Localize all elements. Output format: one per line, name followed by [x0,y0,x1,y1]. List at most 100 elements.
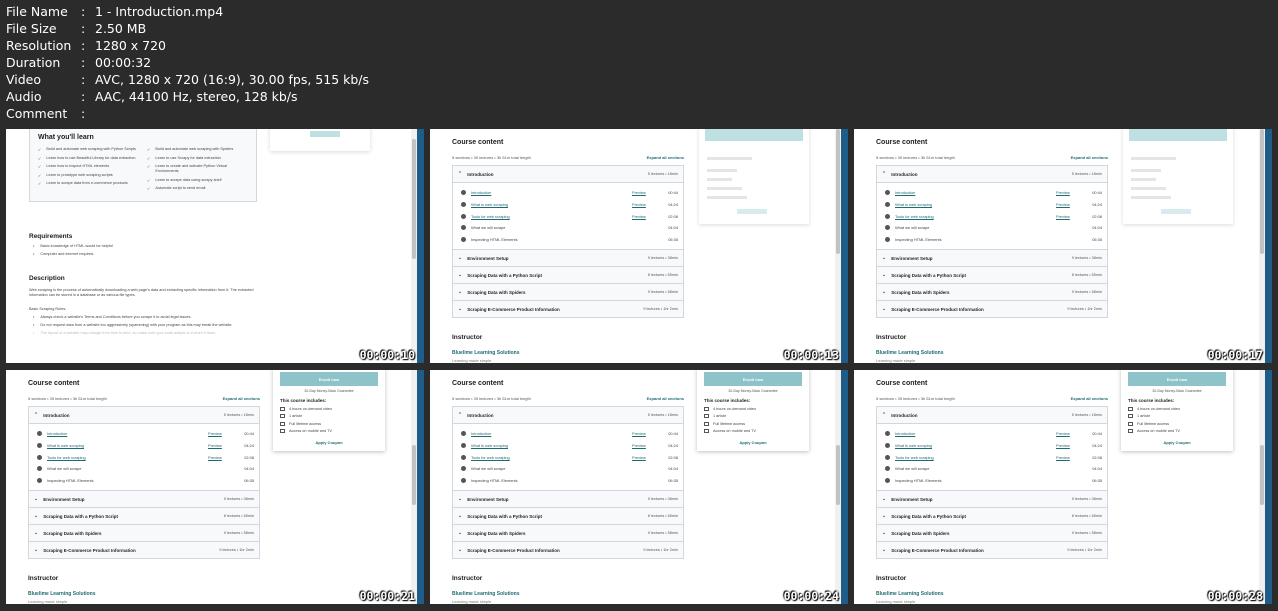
thumbnail-frame[interactable]: Course content 5 sections • 39 lectures … [854,129,1272,363]
section-header[interactable]: ⌄ Environment Setup 9 lectures • 38min [877,491,1107,509]
section-header-introduction[interactable]: ⌃ Introduction 5 lectures • 18min [29,407,259,424]
lecture-item[interactable]: What is web scraping Preview 04:24 [37,440,254,452]
lecture-list: Introduction Preview 00:44 What is web scr… [877,183,1107,251]
requirement-item: • Basic knowledge of HTML would be helpfu… [33,244,113,248]
sections-box: ⌃ Introduction 5 lectures • 18min Introdu… [28,406,260,560]
includes-title: This course includes: [1128,398,1175,403]
section-header-introduction[interactable]: ⌃ Introduction 5 lectures • 18min [453,407,683,424]
enroll-button[interactable]: Enroll now [1128,372,1226,386]
lecture-item[interactable]: Tools for web scraping Preview 02:08 [885,210,1102,222]
thumbnail-frame[interactable]: Course content 5 sections • 39 lectures … [6,370,424,604]
play-icon [461,213,466,219]
section-header[interactable]: ⌄ Scraping Data with Spiders 9 lectures • … [453,525,683,543]
lecture-item[interactable]: Introduction Preview 00:44 [885,187,1102,199]
sections-box: ⌃ Introduction 5 lectures • 18min Introdu… [876,165,1108,319]
apply-coupon-link[interactable]: Apply Coupon [1128,440,1226,445]
thumbnail-frame[interactable]: Course content 5 sections • 39 lectures … [854,370,1272,604]
instructor-name[interactable]: Bluelime Learning Solutions [876,350,944,356]
section-header[interactable]: ⌄ Environment Setup 9 lectures • 38min [877,250,1107,268]
scrollbar[interactable] [411,370,417,604]
thumbnail-frame[interactable]: What you'll learn ✓ Build and automate we… [6,129,424,363]
section-header[interactable]: ⌄ Scraping Data with a Python Script 8 lec… [29,508,259,526]
section-header[interactable]: ⌄ Scraping E-Commerce Product Information… [29,542,259,559]
section-header[interactable]: ⌄ Environment Setup 9 lectures • 38min [453,250,683,268]
lecture-item[interactable]: Introduction Preview 00:44 [885,428,1102,440]
thumbnail-frame[interactable]: Course content 5 sections • 39 lectures … [430,370,848,604]
section-header[interactable]: ⌄ Scraping E-Commerce Product Information… [453,301,683,318]
play-icon [461,466,466,472]
course-content-title: Course content [876,380,928,387]
expand-all-link[interactable]: Expand all sections [1071,396,1108,401]
lecture-list: Introduction Preview 00:44 What is web scr… [29,424,259,492]
apply-coupon-link[interactable]: Apply Coupon [280,440,378,445]
lecture-item[interactable]: What is web scraping Preview 04:24 [461,199,678,211]
lecture-item[interactable]: Introduction Preview 00:44 [461,187,678,199]
scrollbar[interactable] [1259,370,1265,604]
chevron-down-icon: ⌄ [882,306,887,313]
apply-coupon-link[interactable]: Apply Coupon [704,440,802,445]
section-header[interactable]: ⌄ Scraping Data with a Python Script 8 lec… [453,508,683,526]
lecture-item[interactable]: Introduction Preview 00:44 [37,428,254,440]
scrollbar[interactable] [835,129,841,363]
section-header[interactable]: ⌄ Scraping Data with a Python Script 8 lec… [453,267,683,285]
timestamp: 00:00:24 [783,589,839,603]
chevron-down-icon: ⌄ [882,530,887,537]
section-header[interactable]: ⌄ Scraping Data with a Python Script 8 lec… [877,267,1107,285]
expand-all-link[interactable]: Expand all sections [1071,155,1108,160]
file-info-row: File Size:2.50 MB [6,21,147,36]
lecture-item[interactable]: What is web scraping Preview 04:24 [885,440,1102,452]
section-header-introduction[interactable]: ⌃ Introduction 5 lectures • 18min [453,166,683,183]
section-header-introduction[interactable]: ⌃ Introduction 5 lectures • 18min [877,407,1107,424]
section-header[interactable]: ⌄ Scraping Data with Spiders 9 lectures • … [877,284,1107,302]
enroll-button[interactable]: Enroll now [280,372,378,386]
section-header[interactable]: ⌄ Scraping E-Commerce Product Information… [877,301,1107,318]
expand-all-link[interactable]: Expand all sections [223,396,260,401]
instructor-name[interactable]: Bluelime Learning Solutions [28,591,96,597]
instructor-name[interactable]: Bluelime Learning Solutions [452,591,520,597]
enroll-button-faded [1129,129,1227,141]
section-header[interactable]: ⌄ Environment Setup 9 lectures • 38min [29,491,259,509]
file-info-row: File Name:1 - Introduction.mp4 [6,4,224,19]
section-header[interactable]: ⌄ Scraping Data with Spiders 9 lectures • … [877,525,1107,543]
scrollbar[interactable] [835,370,841,604]
instructor-name[interactable]: Bluelime Learning Solutions [876,591,944,597]
includes-title: This course includes: [704,398,751,403]
lecture-list: Introduction Preview 00:44 What is web scr… [453,183,683,251]
lecture-item[interactable]: What is web scraping Preview 04:24 [885,199,1102,211]
expand-all-link[interactable]: Expand all sections [647,396,684,401]
instructor-title: Instructor [876,334,907,341]
lecture-item[interactable]: What is web scraping Preview 04:24 [461,440,678,452]
lecture-item[interactable]: Introduction Preview 00:44 [461,428,678,440]
lecture-item[interactable]: Tools for web scraping Preview 02:08 [461,210,678,222]
scrollbar[interactable] [411,129,417,363]
play-icon [885,225,890,231]
section-header[interactable]: ⌄ Scraping Data with a Python Script 8 lec… [877,508,1107,526]
section-header[interactable]: ⌄ Scraping Data with Spiders 9 lectures • … [29,525,259,543]
section-header[interactable]: ⌄ Scraping E-Commerce Product Information… [877,542,1107,559]
learn-item: ✓ Automate script to send email [147,186,206,191]
instructor-name[interactable]: Bluelime Learning Solutions [452,350,520,356]
course-content-title: Course content [452,139,504,146]
requirements-title: Requirements [29,233,73,240]
scrollbar[interactable] [1259,129,1265,363]
timestamp: 00:00:21 [359,589,415,603]
file-info-row: Video: AVC, 1280 x 720 (16:9), 30.00 fps,… [6,72,370,87]
expand-all-link[interactable]: Expand all sections [647,155,684,160]
chevron-up-icon: ⌃ [458,412,463,418]
thumbnail-frame[interactable]: Course content 5 sections • 39 lectures … [430,129,848,363]
requirement-item: • Computer and internet required. [33,252,95,256]
lecture-item[interactable]: Tools for web scraping Preview 02:08 [885,451,1102,463]
play-icon [885,213,890,219]
section-header-introduction[interactable]: ⌃ Introduction 5 lectures • 18min [877,166,1107,183]
lecture-item[interactable]: Tools for web scraping Preview 02:08 [37,451,254,463]
learn-item: ✓ Learn to scrape data from e-commerce pr… [38,181,128,186]
section-header[interactable]: ⌄ Environment Setup 9 lectures • 38min [453,491,683,509]
sections-box: ⌃ Introduction 5 lectures • 18min Introdu… [452,406,684,560]
purchase-card-faded [699,129,809,224]
section-header[interactable]: ⌄ Scraping E-Commerce Product Information… [453,542,683,559]
enroll-button[interactable]: Enroll now [704,372,802,386]
lecture-item[interactable]: Tools for web scraping Preview 02:08 [461,451,678,463]
purchase-card-faded [1123,129,1233,224]
include-item: Full lifetime access [704,421,802,426]
section-header[interactable]: ⌄ Scraping Data with Spiders 9 lectures • … [453,284,683,302]
